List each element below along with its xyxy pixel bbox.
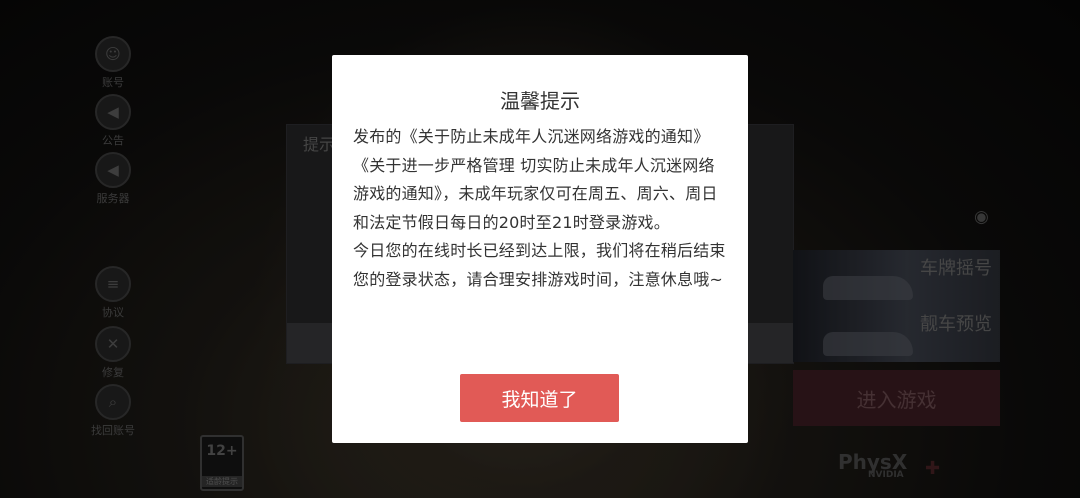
modal-body: 发布的《关于防止未成年人沉迷网络游戏的通知》《关于进一步严格管理 切实防止未成年… (353, 123, 729, 295)
warm-reminder-modal: 温馨提示 发布的《关于防止未成年人沉迷网络游戏的通知》《关于进一步严格管理 切实… (332, 55, 748, 443)
modal-paragraph-policy: 发布的《关于防止未成年人沉迷网络游戏的通知》《关于进一步严格管理 切实防止未成年… (353, 127, 718, 232)
modal-title: 温馨提示 (500, 89, 580, 113)
acknowledge-button[interactable]: 我知道了 (460, 374, 619, 422)
modal-paragraph-limit: 今日您的在线时长已经到达上限，我们将在稍后结束您的登录状态，请合理安排游戏时间，… (353, 241, 726, 289)
